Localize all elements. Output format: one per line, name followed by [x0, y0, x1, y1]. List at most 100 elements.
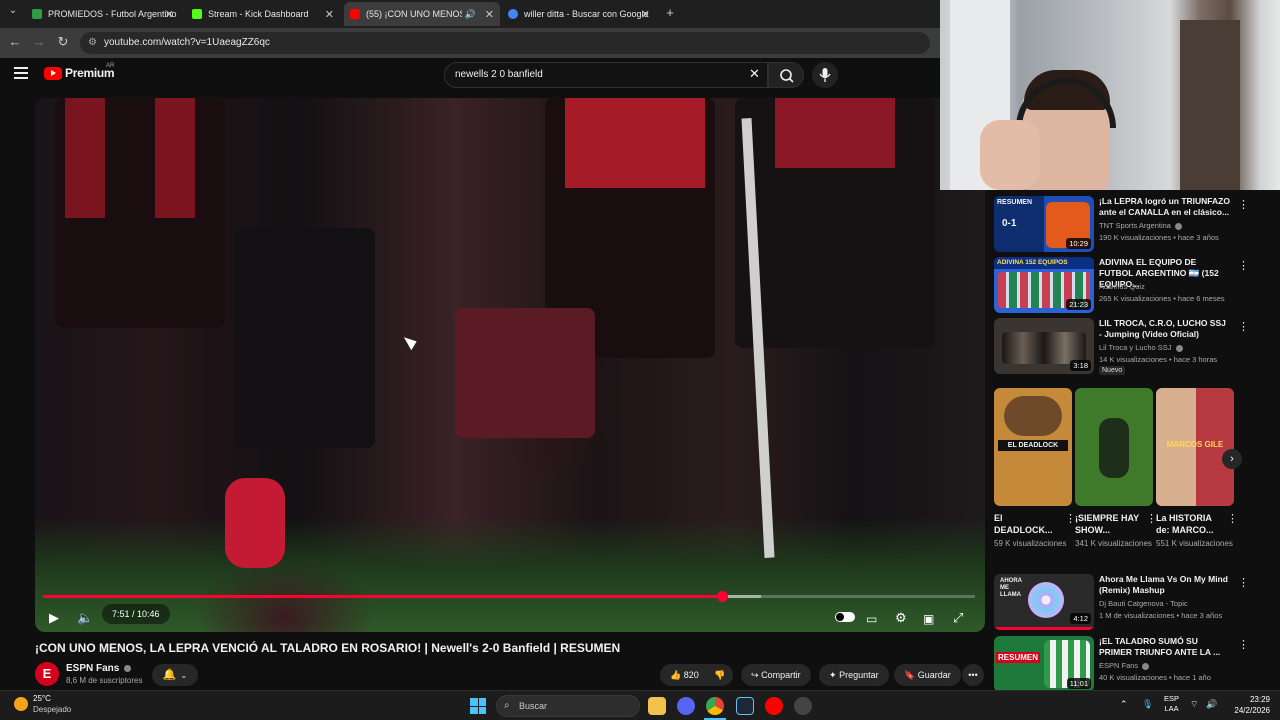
youtube-premium-logo[interactable]: Premium AR [44, 63, 115, 80]
short-title[interactable]: El DEADLOCK... [994, 512, 1060, 536]
search-button[interactable] [768, 62, 804, 88]
file-explorer-icon[interactable] [648, 697, 666, 715]
voice-search-button[interactable] [812, 62, 838, 88]
duration-badge: 3:18 [1070, 360, 1091, 371]
more-actions-button[interactable]: ••• [962, 664, 984, 686]
more-options-icon[interactable]: ⋮ [1238, 320, 1249, 333]
scrubber-knob[interactable] [717, 591, 729, 602]
settings-gear-icon[interactable]: ⚙ [895, 610, 907, 626]
video-thumbnail[interactable]: AHORA ME LLAMA 4:12 [994, 574, 1094, 630]
play-icon[interactable]: ▶ [49, 610, 59, 626]
share-button[interactable]: ↪ Compartir [741, 664, 811, 686]
short-item[interactable]: ¡SIEMPRE HAY SHOW... 341 K visualizacion… [1075, 388, 1157, 549]
save-label: Guardar [917, 670, 951, 680]
recommendation-item[interactable]: 3:18 LIL TROCA, C.R.O, LUCHO SSJ - Jumpi… [994, 318, 1274, 376]
volume-icon[interactable]: 🔈 [77, 610, 93, 626]
steam-icon[interactable] [736, 697, 754, 715]
recommendation-item[interactable]: AHORA ME LLAMA 4:12 Ahora Me Llama Vs On… [994, 574, 1274, 632]
system-clock[interactable]: 23:29 24/2/2026 [1222, 694, 1270, 716]
recommendation-item[interactable]: RESUMEN 11:01 ¡EL TALADRO SUMÓ SU PRIMER… [994, 636, 1274, 690]
close-tab-icon[interactable]: ✕ [165, 8, 174, 21]
short-title[interactable]: ¡SIEMPRE HAY SHOW... [1075, 512, 1141, 536]
youtube-music-icon[interactable] [765, 697, 783, 715]
verified-check-icon [1175, 222, 1183, 230]
search-icon: ⌕ [504, 700, 510, 711]
clear-search-icon[interactable]: ✕ [749, 66, 760, 82]
save-button[interactable]: 🔖 Guardar [894, 664, 961, 686]
autoplay-toggle[interactable] [835, 612, 855, 622]
recommendation-title[interactable]: ¡EL TALADRO SUMÓ SU PRIMER TRIUNFO ANTE … [1099, 636, 1231, 658]
more-options-icon[interactable]: ⋮ [1238, 576, 1249, 589]
volume-tray-icon[interactable]: 🔊 [1206, 699, 1217, 710]
close-tab-icon[interactable]: ✕ [485, 8, 494, 21]
short-thumbnail[interactable] [1075, 388, 1153, 506]
video-thumbnail[interactable]: ADIVINA 152 EQUIPOS 21:23 [994, 257, 1094, 313]
back-arrow-icon[interactable]: ← [6, 34, 24, 49]
more-options-icon[interactable]: ⋮ [1227, 512, 1238, 525]
recommendation-item[interactable]: ADIVINA 152 EQUIPOS 21:23 ADIVINA EL EQU… [994, 257, 1274, 315]
weather-temperature[interactable]: 25°C [33, 694, 51, 703]
ask-button[interactable]: ✦ Preguntar [819, 664, 889, 686]
recommendation-title[interactable]: LIL TROCA, C.R.O, LUCHO SSJ - Jumping (V… [1099, 318, 1231, 340]
windows-start-icon[interactable] [470, 698, 486, 714]
search-input[interactable]: newells 2 0 banfield [444, 62, 768, 88]
shorts-next-button[interactable]: › [1222, 449, 1242, 469]
recommendation-channel[interactable]: Dj Bauti Catgenova - Topic [1099, 599, 1188, 608]
video-thumbnail[interactable]: RESUMEN 0-1 10:29 [994, 196, 1094, 252]
close-tab-icon[interactable]: ✕ [641, 8, 650, 21]
reload-icon[interactable]: ↻ [54, 34, 72, 50]
new-tab-button[interactable]: + [661, 5, 679, 20]
close-tab-icon[interactable]: ✕ [325, 8, 334, 21]
recommendation-channel[interactable]: Lil Troca y Lucho SSJ [1099, 343, 1183, 352]
recommendation-item[interactable]: RESUMEN 0-1 10:29 ¡La LEPRA logró un TRI… [994, 196, 1274, 254]
app-icon[interactable] [794, 697, 812, 715]
tab-promiedos[interactable]: PROMIEDOS - Futbol Argentino ✕ [26, 2, 180, 26]
show-hidden-icons-chevron-icon[interactable]: ⌃ [1120, 699, 1128, 710]
forward-arrow-icon[interactable]: → [30, 34, 48, 49]
channel-name[interactable]: ESPN Fans [66, 663, 132, 674]
tab-search-chevron-icon[interactable]: ⌄ [4, 5, 22, 16]
video-thumbnail[interactable]: 3:18 [994, 318, 1094, 374]
site-info-icon[interactable]: ⚙ [88, 32, 97, 54]
fullscreen-icon[interactable]: ⤢ [953, 610, 963, 626]
address-bar[interactable]: ⚙ youtube.com/watch?v=1UaeagZZ6qc [80, 32, 930, 54]
recommendation-channel[interactable]: ESPN Fans [1099, 661, 1150, 670]
audio-playing-icon[interactable]: 🔊 [465, 9, 476, 20]
video-player[interactable]: ▶ 🔈 7:51 / 10:46 ▭ ⚙ ▣ ⤢ [35, 98, 985, 632]
channel-avatar[interactable]: E [35, 662, 59, 686]
microphone-tray-icon[interactable]: 🎙 [1142, 699, 1153, 710]
more-options-icon[interactable]: ⋮ [1238, 259, 1249, 272]
dislike-button[interactable]: 👎 [706, 664, 734, 686]
short-title[interactable]: La HISTORIA de: MARCO... [1156, 512, 1222, 536]
recommendation-title[interactable]: Ahora Me Llama Vs On My Mind (Remix) Mas… [1099, 574, 1231, 596]
duration-badge: 10:29 [1066, 238, 1091, 249]
notifications-bell-button[interactable]: 🔔 ⌄ [152, 664, 198, 686]
tab-google[interactable]: willer ditta - Buscar con Google ✕ [502, 2, 656, 26]
language-indicator[interactable]: ESP LAA [1164, 694, 1179, 714]
discord-icon[interactable] [677, 697, 695, 715]
weather-sun-icon[interactable] [14, 697, 28, 711]
miniplayer-icon[interactable]: ▣ [923, 612, 934, 626]
tab-youtube-active[interactable]: (55) ¡CON UNO MENOS, LA 🔊 ✕ [344, 2, 500, 26]
recommendation-title[interactable]: ¡La LEPRA logró un TRIUNFAZO ante el CAN… [1099, 196, 1231, 218]
like-count: 820 [683, 670, 699, 680]
menu-icon[interactable] [14, 67, 28, 79]
weather-description[interactable]: Despejado [33, 705, 71, 714]
recommendation-channel[interactable]: Adivinus Quiz [1099, 282, 1145, 291]
recommendation-channel[interactable]: TNT Sports Argentina [1099, 221, 1183, 230]
like-button[interactable]: 👍 820 [660, 664, 707, 686]
short-item[interactable]: MARCOS GILE La HISTORIA de: MARCO... 551… [1156, 388, 1238, 549]
taskbar-search-input[interactable]: ⌕ Buscar [496, 695, 640, 717]
tab-kick[interactable]: Stream - Kick Dashboard ✕ [186, 2, 340, 26]
subtitles-icon[interactable]: ▭ [866, 612, 877, 626]
video-thumbnail[interactable]: RESUMEN 11:01 [994, 636, 1094, 690]
more-options-icon[interactable]: ⋮ [1238, 198, 1249, 211]
short-thumbnail[interactable]: EL DEADLOCK [994, 388, 1072, 506]
wifi-icon[interactable]: ⌔ [1190, 699, 1198, 710]
more-options-icon[interactable]: ⋮ [1238, 638, 1249, 651]
video-progress-bar[interactable] [43, 591, 975, 602]
short-item[interactable]: EL DEADLOCK El DEADLOCK... 59 K visualiz… [994, 388, 1076, 549]
chrome-icon[interactable] [706, 697, 724, 715]
short-thumbnail[interactable]: MARCOS GILE [1156, 388, 1234, 506]
thumb-label: AHORA ME LLAMA [1000, 578, 1022, 598]
